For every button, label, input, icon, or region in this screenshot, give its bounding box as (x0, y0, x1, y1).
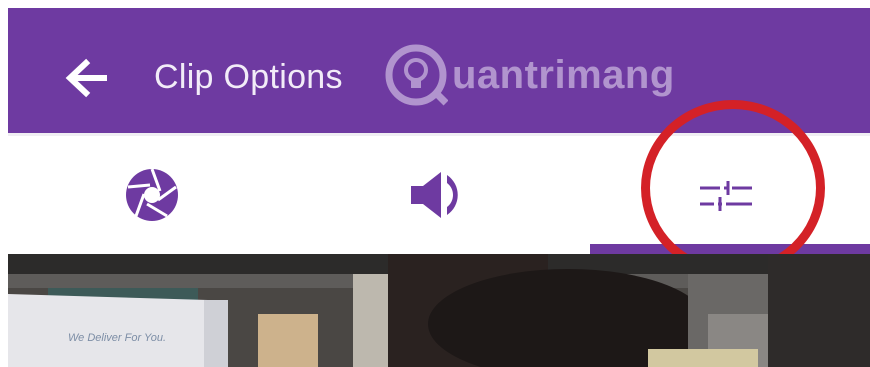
video-frame-image (8, 254, 870, 367)
arrow-left-icon (65, 58, 107, 98)
watermark-text: uantrimang (452, 52, 675, 97)
aperture-icon (125, 168, 178, 221)
tab-audio[interactable] (295, 136, 582, 254)
volume-icon (410, 172, 458, 218)
back-button[interactable] (56, 48, 116, 108)
video-preview[interactable]: We Deliver For You. (8, 254, 870, 367)
watermark-logo: uantrimang (384, 40, 684, 110)
page-title: Clip Options (154, 58, 343, 96)
highlight-circle (641, 100, 825, 276)
bulb-logo-icon (385, 44, 448, 106)
tab-effects[interactable] (8, 136, 295, 254)
truck-slogan: We Deliver For You. (68, 332, 167, 344)
